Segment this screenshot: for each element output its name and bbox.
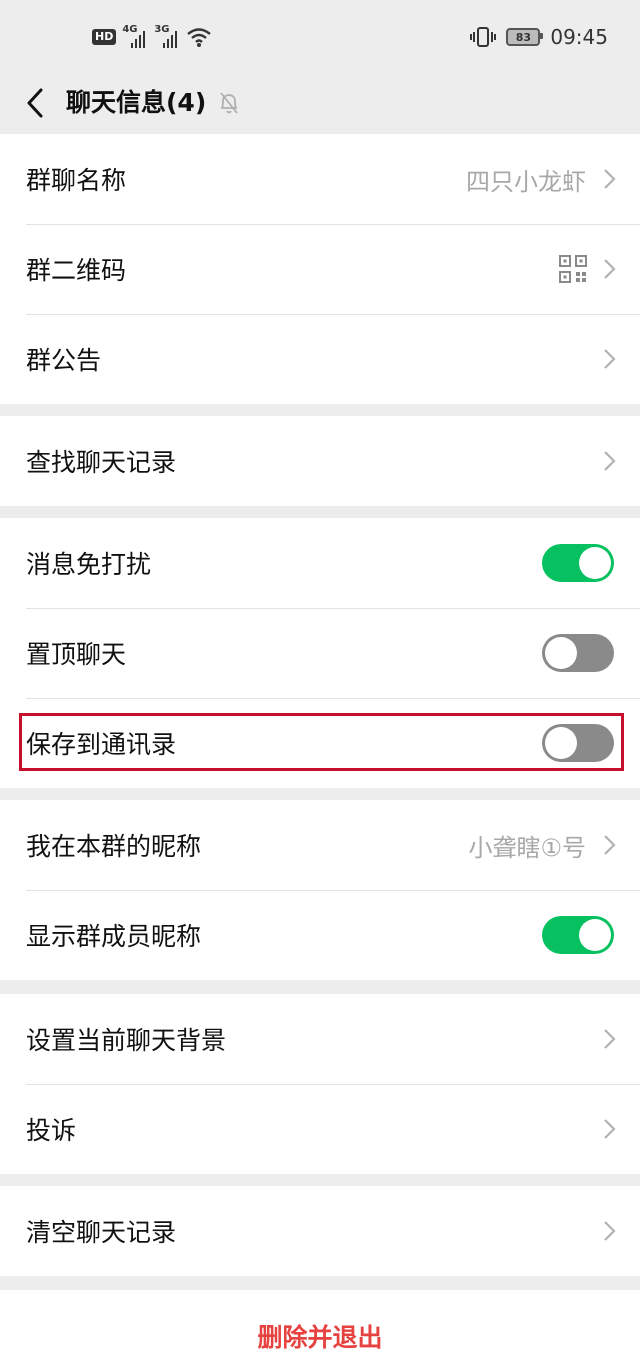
row-label: 群公告 [26, 346, 102, 375]
settings-group-misc: 设置当前聊天背景 投诉 [0, 994, 640, 1174]
row-label: 设置当前聊天背景 [26, 1026, 227, 1055]
chevron-right-icon [604, 1029, 616, 1049]
signal-icon: 4G [122, 24, 148, 48]
row-label: 查找聊天记录 [26, 448, 177, 477]
delete-and-exit-button[interactable]: 删除并退出 [0, 1318, 640, 1354]
row-label: 保存到通讯录 [26, 730, 177, 759]
search-chat-history-row[interactable]: 查找聊天记录 [0, 416, 640, 506]
chevron-right-icon [604, 349, 616, 369]
clear-chat-history-row[interactable]: 清空聊天记录 [0, 1186, 640, 1276]
chat-background-row[interactable]: 设置当前聊天背景 [0, 994, 640, 1084]
signal-icon: 3G [154, 24, 180, 48]
battery-icon: 83 [506, 28, 544, 46]
row-label: 我在本群的昵称 [26, 832, 202, 861]
group-announcement-row[interactable]: 群公告 [0, 314, 640, 404]
page-title: 聊天信息(4) [66, 88, 207, 117]
row-label: 消息免打扰 [26, 550, 152, 579]
settings-group-search: 查找聊天记录 [0, 416, 640, 506]
settings-group-clear: 清空聊天记录 [0, 1186, 640, 1276]
mute-bell-icon [220, 92, 238, 114]
wifi-icon [187, 28, 212, 47]
status-bar: HD 4G 3G 83 09:45 [0, 0, 640, 72]
nav-bar: 聊天信息(4) [0, 72, 640, 138]
row-label: 群二维码 [26, 256, 127, 285]
show-member-nicknames-toggle[interactable] [542, 916, 614, 954]
settings-group-info: 群聊名称 四只小龙虾 群二维码 群公告 [0, 134, 640, 404]
chevron-right-icon [604, 1119, 616, 1139]
mute-notifications-row: 消息免打扰 [0, 518, 640, 608]
row-label: 投诉 [26, 1116, 77, 1145]
row-label: 群聊名称 [26, 166, 127, 195]
sticky-on-top-row: 置顶聊天 [0, 608, 640, 698]
chevron-right-icon [604, 259, 616, 279]
save-to-contacts-toggle[interactable] [542, 724, 614, 762]
hd-icon: HD [92, 29, 117, 45]
group-name-value: 四只小龙虾 [466, 167, 586, 196]
group-qr-code-row[interactable]: 群二维码 [0, 224, 640, 314]
my-nickname-value: 小聋瞎①号 [468, 833, 586, 862]
chevron-right-icon [604, 835, 616, 855]
row-label: 置顶聊天 [26, 640, 127, 669]
sticky-on-top-toggle[interactable] [542, 634, 614, 672]
status-left: HD 4G 3G [92, 24, 212, 50]
show-member-nicknames-row: 显示群成员昵称 [0, 890, 640, 980]
row-label: 清空聊天记录 [26, 1218, 177, 1247]
back-arrow-icon[interactable] [24, 86, 46, 120]
qr-code-icon [559, 255, 587, 283]
save-to-contacts-row: 保存到通讯录 [0, 698, 640, 788]
vibrate-icon [470, 27, 497, 47]
my-group-nickname-row[interactable]: 我在本群的昵称 小聋瞎①号 [0, 800, 640, 890]
chevron-right-icon [604, 1221, 616, 1241]
mute-notifications-toggle[interactable] [542, 544, 614, 582]
status-time: 09:45 [550, 25, 608, 49]
delete-section: 删除并退出 [0, 1290, 640, 1369]
status-right: 83 09:45 [470, 24, 608, 50]
settings-group-nickname: 我在本群的昵称 小聋瞎①号 显示群成员昵称 [0, 800, 640, 980]
chevron-right-icon [604, 451, 616, 471]
chevron-right-icon [604, 169, 616, 189]
report-row[interactable]: 投诉 [0, 1084, 640, 1174]
settings-group-toggles: 消息免打扰 置顶聊天 保存到通讯录 [0, 518, 640, 788]
group-name-row[interactable]: 群聊名称 四只小龙虾 [0, 134, 640, 224]
row-label: 显示群成员昵称 [26, 922, 202, 951]
